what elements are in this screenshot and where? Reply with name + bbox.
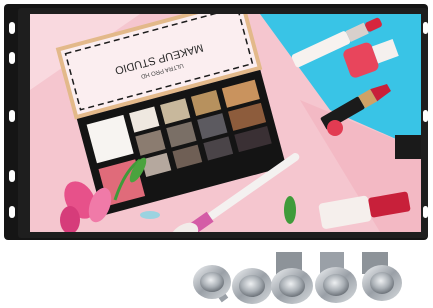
push-button-1 <box>193 265 231 303</box>
push-button-2 <box>232 268 272 304</box>
push-button-3 <box>271 252 313 304</box>
metal-push-buttons <box>193 252 402 304</box>
product-photo: MAKEUP STUDIO ULTRA PRO HD <box>4 4 428 304</box>
display-screen: MAKEUP STUDIO ULTRA PRO HD <box>30 14 421 232</box>
push-button-5 <box>362 252 402 301</box>
push-button-4 <box>315 252 357 303</box>
